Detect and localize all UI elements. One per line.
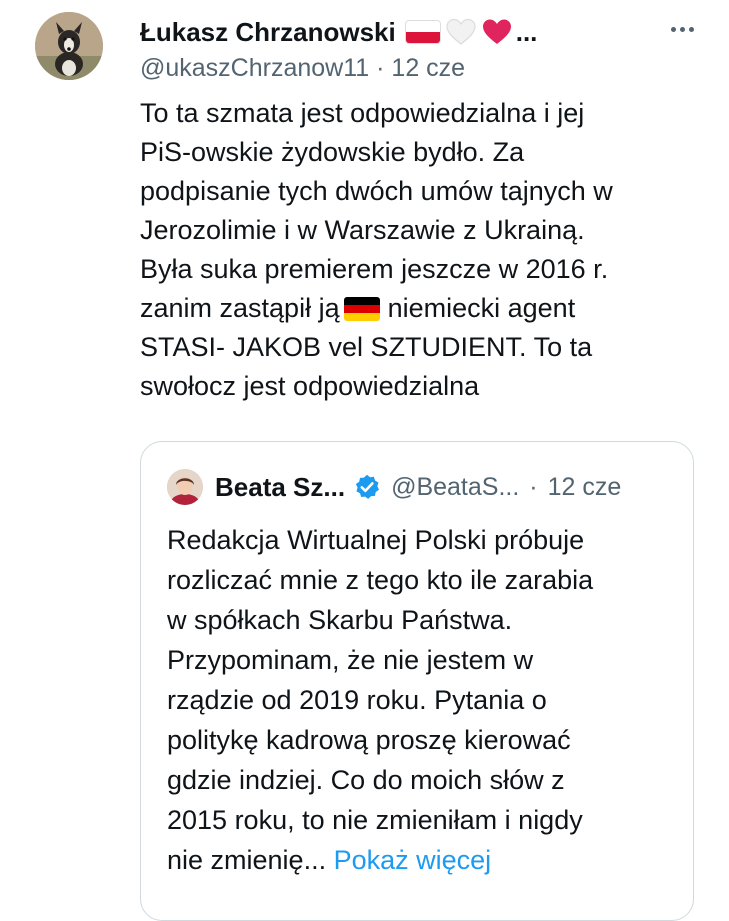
- quoted-author-handle[interactable]: @BeataS...: [391, 473, 519, 502]
- poland-flag-icon: [405, 21, 440, 43]
- show-more-link[interactable]: Pokaż więcej: [334, 845, 492, 875]
- germany-flag-icon: [343, 297, 380, 321]
- quoted-text-line: w spółkach Skarbu Państwa.: [167, 605, 513, 635]
- tweet-text-line: podpisanie tych dwóch umów tajnych w: [140, 176, 613, 206]
- tweet-text-line: PiS-owskie żydowskie bydło. Za: [140, 137, 525, 167]
- quoted-author-avatar[interactable]: [167, 469, 203, 505]
- tweet-text-fragment: niemiecki agent: [387, 293, 576, 323]
- tweet: Łukasz Chrzanowski ... @ukaszChrzanow11 …: [0, 0, 729, 921]
- quoted-text-line: politykę kadrową proszę kierować: [167, 725, 571, 755]
- tweet-text-line: Była suka premierem jeszcze w 2016 r.: [140, 254, 609, 284]
- quoted-text-line: rządzie od 2019 roku. Pytania o: [167, 685, 547, 715]
- quoted-tweet-card[interactable]: Beata Sz... @BeataS... · 12 cze Redakcja…: [140, 441, 694, 921]
- more-options-icon[interactable]: [662, 14, 702, 44]
- author-name-row: Łukasz Chrzanowski ...: [140, 14, 537, 50]
- quoted-text-line: rozliczać mnie z tego kto ile zarabia: [167, 565, 594, 595]
- tweet-text-line: STASI- JAKOB vel SZTUDIENT. To ta: [140, 332, 593, 362]
- quoted-text-line: 2015 roku, to nie zmieniłam i nigdy: [167, 805, 583, 835]
- quoted-text-line: Przypominam, że nie jestem w: [167, 645, 534, 675]
- tweet-text: To ta szmata jest odpowiedzialna i jej P…: [140, 94, 710, 406]
- quoted-author-name[interactable]: Beata Sz...: [215, 472, 345, 503]
- separator-dot: ·: [529, 472, 538, 501]
- quoted-text-line: Redakcja Wirtualnej Polski próbuje: [167, 525, 585, 555]
- verified-badge-icon: [355, 474, 380, 499]
- author-handle-row: @ukaszChrzanow11 · 12 cze: [140, 54, 465, 83]
- quoted-text-line: gdzie indziej. Co do moich słów z: [167, 765, 565, 795]
- tweet-text-line: Jerozolimie i w Warszawie z Ukrainą.: [140, 215, 585, 245]
- separator-dot: ·: [376, 54, 385, 82]
- tweet-text-fragment: zanim zastąpił ją: [140, 293, 340, 323]
- quoted-text-last-line: nie zmienię... Pokaż więcej: [167, 840, 677, 880]
- quoted-tweet-header: Beata Sz... @BeataS... · 12 cze: [167, 467, 621, 507]
- tweet-text-line: To ta szmata jest odpowiedzialna i jej: [140, 98, 585, 128]
- quoted-tweet-text: Redakcja Wirtualnej Polski próbuje rozli…: [167, 520, 677, 880]
- tweet-text-line: swołocz jest odpowiedzialna: [140, 371, 480, 401]
- quoted-text-fragment: nie zmienię...: [167, 845, 327, 875]
- tweet-text-line-with-flag: zanim zastąpił ją niemiecki agent: [140, 289, 710, 328]
- tweet-timestamp[interactable]: 12 cze: [391, 54, 465, 82]
- user-avatar[interactable]: [35, 12, 103, 80]
- author-display-name[interactable]: Łukasz Chrzanowski: [140, 17, 396, 48]
- quoted-tweet-timestamp[interactable]: 12 cze: [548, 473, 622, 502]
- author-handle[interactable]: @ukaszChrzanow11: [140, 54, 369, 82]
- red-heart-icon: [482, 19, 511, 44]
- white-heart-icon: [446, 18, 476, 45]
- name-ellipsis: ...: [515, 16, 538, 47]
